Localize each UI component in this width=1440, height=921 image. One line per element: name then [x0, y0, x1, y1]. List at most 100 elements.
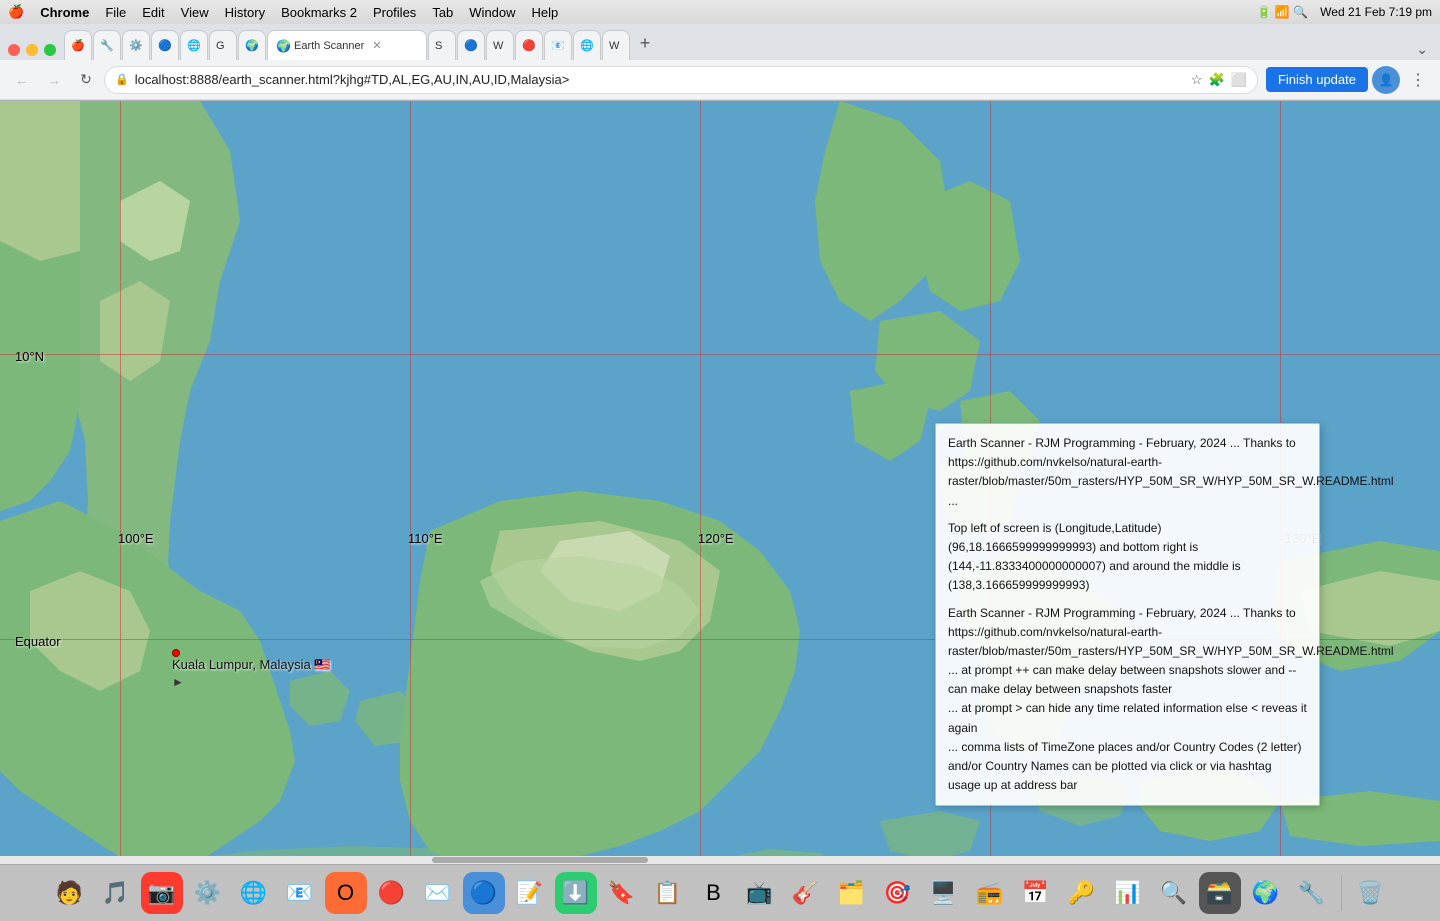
menu-window[interactable]: Window	[469, 5, 515, 20]
tab-item[interactable]: W	[486, 30, 514, 60]
dock-icon-photos[interactable]: 📷	[141, 872, 183, 914]
nav-bar: ← → ↻ 🔒 localhost:8888/earth_scanner.htm…	[0, 60, 1440, 100]
dock-icon-7[interactable]: 🔖	[601, 872, 643, 914]
info-para-1: Earth Scanner - RJM Programming - Februa…	[948, 434, 1307, 511]
maximize-window-btn[interactable]	[44, 44, 56, 56]
close-window-btn[interactable]	[8, 44, 20, 56]
browser-chrome: 🍎 🔧 ⚙️ 🔵 🌐 G 🌍 🌍 Earth Scanner ✕ S 🔵 W 🔴…	[0, 24, 1440, 101]
dock-icon-finder[interactable]: 🧑	[49, 872, 91, 914]
reload-button[interactable]: ↻	[72, 66, 100, 94]
grid-line-v-2	[410, 101, 411, 864]
city-direction-arrow: ►	[172, 675, 184, 689]
minimize-window-btn[interactable]	[26, 44, 38, 56]
city-dot	[172, 649, 180, 657]
dock-icon-1[interactable]: O	[325, 872, 367, 914]
macos-dock: 🧑 🎵 📷 ⚙️ 🌐 📧 O 🔴 ✉️ 🔵 📝 ⬇️ 🔖 📋 B 📺 🎸 🗂️ …	[0, 864, 1440, 921]
menu-help[interactable]: Help	[532, 5, 559, 20]
forward-button[interactable]: →	[40, 66, 68, 94]
dock-icon-15[interactable]: 📻	[969, 872, 1011, 914]
back-button[interactable]: ←	[8, 66, 36, 94]
city-label: Kuala Lumpur, Malaysia 🇲🇾	[172, 657, 331, 673]
tab-item[interactable]: 🔧	[93, 30, 121, 60]
dock-icon-2[interactable]: 🔴	[371, 872, 413, 914]
lon-120e-label: 120°E	[698, 531, 734, 546]
grid-line-v-3	[700, 101, 701, 864]
tab-item[interactable]: 📧	[544, 30, 572, 60]
tab-item[interactable]: ⚙️	[122, 30, 150, 60]
browser-menu-button[interactable]: ⋮	[1404, 66, 1432, 94]
tab-favicon: 🌍	[276, 39, 290, 53]
extensions-icon[interactable]: 🧩	[1209, 72, 1225, 88]
menu-tab[interactable]: Tab	[432, 5, 453, 20]
tab-item[interactable]: 🌍	[238, 30, 266, 60]
tab-bar: 🍎 🔧 ⚙️ 🔵 🌐 G 🌍 🌍 Earth Scanner ✕ S 🔵 W 🔴…	[0, 24, 1440, 60]
dock-icon-trash[interactable]: 🗑️	[1350, 872, 1392, 914]
profile-avatar: 👤	[1379, 73, 1394, 87]
dock-icon-system[interactable]: ⚙️	[187, 872, 229, 914]
dock-icon-14[interactable]: 🖥️	[923, 872, 965, 914]
tab-item[interactable]: S	[428, 30, 456, 60]
info-para-3: Earth Scanner - RJM Programming - Februa…	[948, 604, 1307, 796]
dock-icon-20[interactable]: 🗃️	[1199, 872, 1241, 914]
menu-file[interactable]: File	[105, 5, 126, 20]
grid-line-v-1	[120, 101, 121, 864]
tab-item[interactable]: 🌐	[573, 30, 601, 60]
dock-icon-13[interactable]: 🎯	[877, 872, 919, 914]
menu-profiles[interactable]: Profiles	[373, 5, 416, 20]
dock-icon-17[interactable]: 🔑	[1061, 872, 1103, 914]
dock-icon-11[interactable]: 🎸	[785, 872, 827, 914]
menu-edit[interactable]: Edit	[142, 5, 164, 20]
menu-history[interactable]: History	[225, 5, 265, 20]
split-view-icon[interactable]: ⬜	[1231, 72, 1247, 88]
horizontal-scrollbar[interactable]	[0, 856, 1440, 864]
dock-icon-18[interactable]: 📊	[1107, 872, 1149, 914]
tab-item[interactable]: 🔴	[515, 30, 543, 60]
dock-icon-mail[interactable]: 📧	[279, 872, 321, 914]
finish-update-button[interactable]: Finish update	[1266, 67, 1368, 92]
map-area[interactable]: 10°N 100°E 110°E 120°E 130°E Equator Kua…	[0, 101, 1440, 864]
dock-icon-12[interactable]: 🗂️	[831, 872, 873, 914]
dock-icon-22[interactable]: 🔧	[1291, 872, 1333, 914]
tab-item[interactable]: 🔵	[457, 30, 485, 60]
dock-icon-3[interactable]: ✉️	[417, 872, 459, 914]
dock-icon-8[interactable]: 📋	[647, 872, 689, 914]
macos-menu-bar: 🍎 Chrome File Edit View History Bookmark…	[0, 0, 1440, 24]
dock-icon-9[interactable]: B	[693, 872, 735, 914]
info-para-2: Top left of screen is (Longitude,Latitud…	[948, 519, 1307, 596]
menu-chrome[interactable]: Chrome	[40, 5, 89, 20]
address-bar[interactable]: 🔒 localhost:8888/earth_scanner.html?kjhg…	[104, 66, 1258, 94]
scroll-thumb[interactable]	[432, 857, 648, 863]
grid-line-h-1	[0, 354, 1440, 355]
dock-icon-5[interactable]: 📝	[509, 872, 551, 914]
bookmark-icon[interactable]: ☆	[1191, 72, 1203, 88]
dock-icon-safari[interactable]: 🌐	[233, 872, 275, 914]
profile-button[interactable]: 👤	[1372, 66, 1400, 94]
dock-icon-10[interactable]: 📺	[739, 872, 781, 914]
dock-icon-21[interactable]: 🌍	[1245, 872, 1287, 914]
tab-item[interactable]: 🍎	[64, 30, 92, 60]
active-tab[interactable]: 🌍 Earth Scanner ✕	[267, 30, 427, 60]
tab-close-btn[interactable]: ✕	[372, 39, 381, 52]
tab-list-btn[interactable]: ⌄	[1412, 41, 1432, 58]
tab-item[interactable]: G	[209, 30, 237, 60]
tab-item[interactable]: 🔵	[151, 30, 179, 60]
city-marker-kl[interactable]: Kuala Lumpur, Malaysia 🇲🇾 ►	[172, 649, 331, 689]
menu-bookmarks[interactable]: Bookmarks 2	[281, 5, 357, 20]
clock: Wed 21 Feb 7:19 pm	[1320, 5, 1432, 19]
lat-10n-label: 10°N	[15, 349, 44, 364]
dock-icon-6[interactable]: ⬇️	[555, 872, 597, 914]
menu-view[interactable]: View	[181, 5, 209, 20]
dock-icon-16[interactable]: 📅	[1015, 872, 1057, 914]
nav-right: Finish update 👤 ⋮	[1266, 66, 1432, 94]
tab-item[interactable]: W	[602, 30, 630, 60]
lock-icon: 🔒	[115, 73, 129, 86]
apple-menu[interactable]: 🍎	[8, 4, 24, 20]
dock-icon-19[interactable]: 🔍	[1153, 872, 1195, 914]
tab-label: Earth Scanner	[294, 40, 364, 52]
tab-item[interactable]: 🌐	[180, 30, 208, 60]
dock-icon-4[interactable]: 🔵	[463, 872, 505, 914]
new-tab-btn[interactable]: +	[631, 28, 659, 58]
dock-icon-music[interactable]: 🎵	[95, 872, 137, 914]
url-text: localhost:8888/earth_scanner.html?kjhg#T…	[135, 72, 1185, 87]
menu-bar-right: 🔋 📶 🔍 Wed 21 Feb 7:19 pm	[1257, 5, 1432, 19]
